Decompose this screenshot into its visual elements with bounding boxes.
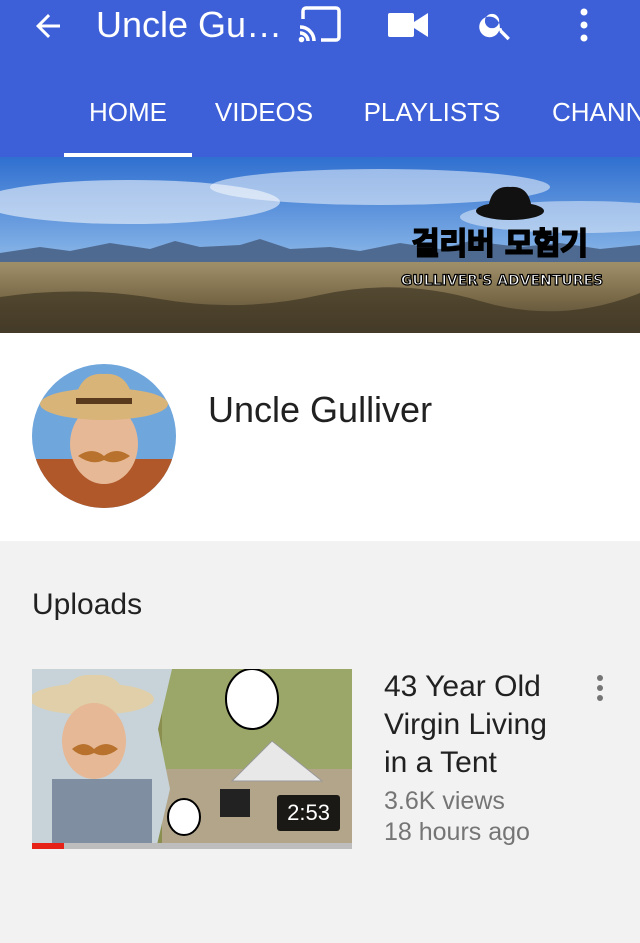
channel-banner: 걸리버 모험기 GULLIVER'S ADVENTURES (0, 157, 640, 333)
tab-home[interactable]: HOME (64, 80, 192, 157)
back-button[interactable] (28, 8, 68, 44)
tab-videos[interactable]: VIDEOS (200, 80, 328, 157)
more-options-button[interactable] (560, 4, 608, 46)
uploads-heading: Uploads (32, 588, 143, 621)
video-title[interactable]: 43 Year Old Virgin Living in a Tent (384, 668, 574, 782)
more-vert-icon (597, 675, 603, 701)
video-views: 3.6K views (384, 787, 505, 815)
more-vert-icon (580, 8, 588, 42)
app-bar: Uncle Gulliver HOME VIDE (0, 0, 640, 157)
banner-image: 걸리버 모험기 GULLIVER'S ADVENTURES (0, 157, 640, 333)
upload-video-button[interactable] (384, 4, 432, 46)
video-meta: 3.6K views 18 hours ago (384, 786, 530, 848)
search-icon (479, 13, 510, 41)
avatar-image (32, 364, 176, 508)
top-bar: Uncle Gulliver (0, 0, 640, 52)
channel-avatar[interactable] (32, 364, 176, 508)
channel-title: Uncle Gulliver (96, 5, 286, 45)
cast-icon (298, 6, 341, 43)
video-camera-icon (388, 13, 428, 37)
video-thumbnail[interactable]: 2:53 (32, 669, 352, 849)
channel-tabs: HOME VIDEOS PLAYLISTS CHANNELS (0, 80, 640, 157)
tab-playlists[interactable]: PLAYLISTS (344, 80, 520, 157)
search-button[interactable] (472, 4, 520, 46)
watch-progress-fill (32, 843, 64, 849)
banner-logo-korean: 걸리버 모험기 (412, 227, 588, 262)
video-duration: 2:53 (277, 795, 340, 831)
channel-name: Uncle Gulliver (208, 389, 433, 430)
banner-logo-english: GULLIVER'S ADVENTURES (401, 273, 603, 289)
watch-progress (32, 843, 352, 849)
cast-button[interactable] (296, 4, 344, 46)
tab-channels[interactable]: CHANNELS (538, 80, 640, 157)
video-menu-button[interactable] (584, 672, 616, 704)
back-arrow-icon (36, 14, 60, 38)
video-age: 18 hours ago (384, 818, 530, 846)
